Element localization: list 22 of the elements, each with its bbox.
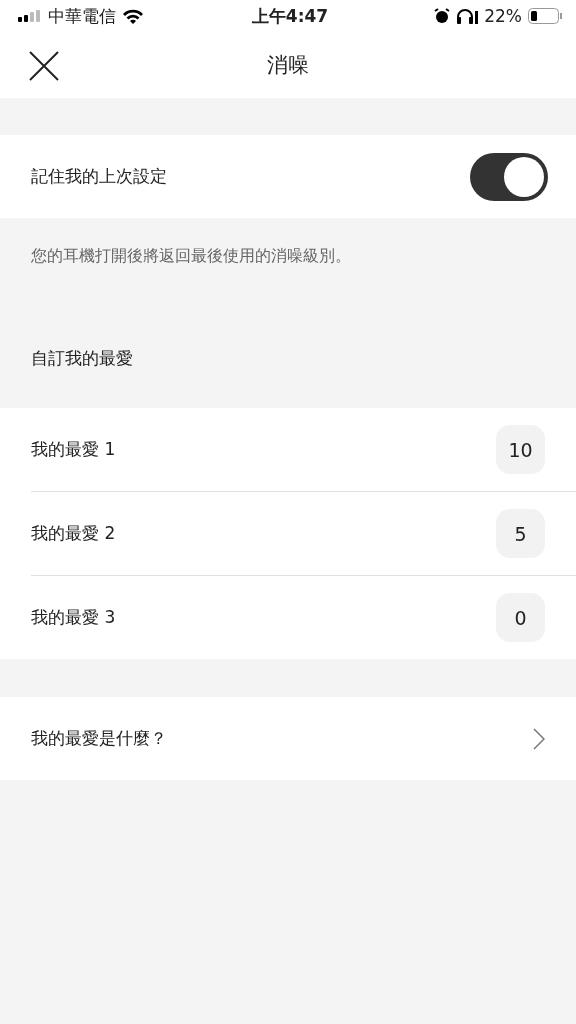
level-value-button[interactable]: 5 [496, 509, 545, 558]
description-text: 您的耳機打開後將返回最後使用的消噪級別。 [31, 246, 351, 265]
battery-icon [528, 8, 562, 24]
help-link-row[interactable]: 我的最愛是什麼？ [0, 697, 576, 780]
clock-time: 上午4:47 [251, 4, 329, 28]
carrier-name: 中華電信 [48, 4, 116, 28]
battery-percent: 22% [484, 6, 522, 26]
close-button[interactable] [28, 50, 60, 82]
favorite-label: 我的最愛 3 [31, 606, 116, 629]
favorite-label: 我的最愛 2 [31, 522, 116, 545]
level-value-button[interactable]: 0 [496, 593, 545, 642]
signal-icon [18, 10, 42, 22]
headphones-icon [456, 8, 479, 24]
section-header: 自訂我的最愛 [31, 348, 133, 368]
screen-title: 消噪 [267, 52, 309, 79]
remember-label: 記住我的上次設定 [31, 165, 167, 188]
alarm-clock-icon [434, 8, 451, 24]
remember-toggle[interactable] [470, 152, 548, 201]
chevron-right-icon [533, 727, 545, 750]
wifi-icon [122, 8, 144, 24]
favorite-label: 我的最愛 1 [31, 438, 116, 461]
level-value-button[interactable]: 10 [496, 425, 545, 474]
